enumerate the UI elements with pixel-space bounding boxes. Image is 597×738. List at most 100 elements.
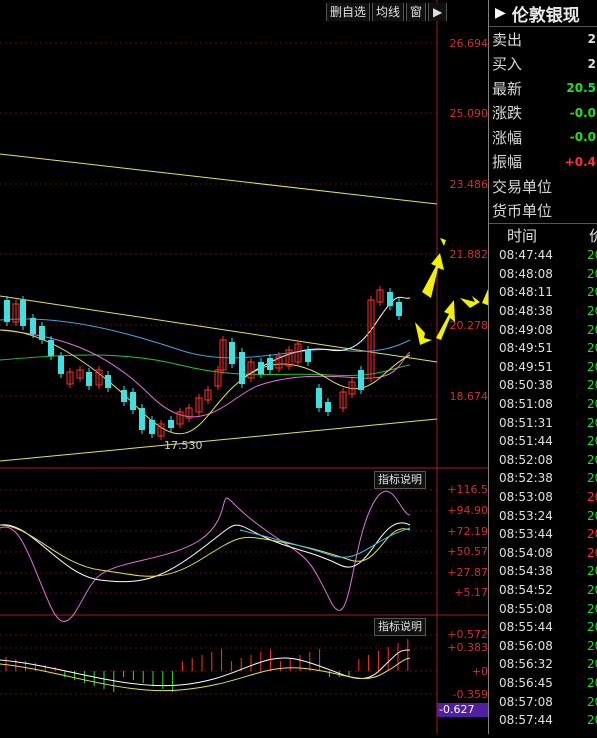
tick-row[interactable]: 08:54:38 20 [489, 562, 597, 581]
candle-body [48, 340, 54, 356]
tick-list-header: 时间 价 [489, 223, 597, 246]
candle-body [121, 390, 127, 402]
tick-row[interactable]: 08:49:51 20 [489, 358, 597, 377]
tick-price: 20 [587, 359, 597, 374]
price-axis: 26.694 25.090 23.486 21.882 20.278 18.67… [440, 0, 489, 468]
quote-value: 2 [587, 56, 596, 71]
tick-row[interactable]: 08:53:44 20 [489, 525, 597, 544]
candle-body [229, 342, 235, 364]
macd-label: +0.383 [447, 641, 488, 654]
tick-row[interactable]: 08:57:08 20 [489, 692, 597, 711]
quote-row: 振幅 +0.4 [489, 150, 597, 175]
tick-row[interactable]: 08:49:08 20 [489, 320, 597, 339]
tick-time: 08:48:38 [499, 304, 553, 319]
quote-value: -0.0 [569, 130, 596, 145]
forecast-arrow [415, 322, 432, 345]
tick-row[interactable]: 08:50:38 20 [489, 376, 597, 395]
tick-time: 08:57:44 [499, 713, 553, 728]
tick-price: 20 [587, 657, 597, 672]
tick-price: 20 [587, 713, 597, 728]
kdj-label: +5.17 [454, 586, 488, 599]
tick-row[interactable]: 08:49:51 20 [489, 339, 597, 358]
macd-label: -0.359 [452, 688, 488, 701]
tick-time: 08:49:51 [499, 359, 553, 374]
quote-value: 20.5 [566, 81, 596, 96]
candle-body [387, 292, 393, 306]
candle-body [39, 326, 45, 340]
quote-row: 最新 20.5 [489, 76, 597, 101]
kdj-label: +94.90 [447, 504, 488, 517]
macd-label: +0.572 [447, 628, 488, 641]
tick-row[interactable]: 08:51:44 20 [489, 432, 597, 451]
kdj-indicator-help-button[interactable]: 指标说明 [374, 471, 426, 489]
tick-row[interactable]: 08:54:52 20 [489, 581, 597, 600]
tick-row[interactable]: 08:48:08 20 [489, 265, 597, 284]
price-label: 21.882 [449, 248, 489, 261]
instrument-title: 伦敦银现 [511, 5, 580, 26]
tick-time: 08:53:24 [499, 508, 553, 523]
tick-row[interactable]: 08:53:08 20 [489, 488, 597, 507]
tick-time: 08:53:44 [499, 527, 553, 542]
tick-row[interactable]: 08:48:11 20 [489, 283, 597, 302]
tick-time: 08:48:08 [499, 266, 553, 281]
quote-fields: 卖出 2 买入 2 最新 20.5 涨跌 -0.0 涨幅 -0.0 振幅 +0.4 交易单位 货币单位 [489, 27, 597, 223]
tick-price: 20 [587, 285, 597, 300]
tick-time: 08:49:08 [499, 322, 553, 337]
tick-row[interactable]: 08:56:45 20 [489, 674, 597, 693]
macd-indicator-help-button[interactable]: 指标说明 [374, 618, 426, 636]
tick-row[interactable]: 08:57:44 20 [489, 711, 597, 730]
tick-time: 08:50:38 [499, 378, 553, 393]
price-label: 23.486 [449, 178, 489, 191]
quote-title-bar: ▶ 伦敦银现 [489, 0, 597, 27]
ma-line-button[interactable]: 均线 [372, 3, 405, 21]
tick-price: 20 [587, 564, 597, 579]
candle-body [139, 408, 145, 430]
play-icon[interactable]: ▶ [489, 5, 512, 21]
quote-value: +0.4 [564, 154, 596, 169]
tick-row[interactable]: 08:55:08 20 [489, 599, 597, 618]
kdj-d-line [0, 524, 411, 577]
tick-time: 08:48:11 [499, 285, 553, 300]
candle-body [4, 300, 10, 322]
tick-row[interactable]: 08:55:44 20 [489, 618, 597, 637]
tick-time: 08:51:31 [499, 415, 553, 430]
quote-label: 涨幅 [492, 128, 523, 147]
price-label: 26.694 [449, 37, 489, 50]
candle-body [305, 350, 311, 362]
tick-row[interactable]: 08:56:08 20 [489, 636, 597, 655]
tick-list[interactable]: 08:47:44 20 08:48:08 20 08:48:11 20 08:48:38 20… [489, 246, 597, 729]
tick-row[interactable]: 08:53:24 20 [489, 506, 597, 525]
tick-row[interactable]: 08:54:08 20 [489, 544, 597, 563]
tick-price: 20 [587, 378, 597, 393]
window-button[interactable]: 窗 [406, 3, 427, 21]
tick-price: 20 [587, 694, 597, 709]
tick-price: 20 [587, 248, 597, 263]
candle-body [316, 388, 322, 408]
tick-row[interactable]: 08:56:32 20 [489, 655, 597, 674]
tick-row[interactable]: 08:47:44 20 [489, 246, 597, 265]
chart-area[interactable]: 删自选 均线 窗 ▶ 26.694 25.090 23.486 21.882 2… [0, 0, 513, 734]
tick-price-header: 价 [589, 226, 597, 245]
tick-row[interactable]: 08:51:08 20 [489, 395, 597, 414]
delete-watchlist-button[interactable]: 删自选 [326, 3, 371, 21]
tick-time: 08:52:38 [499, 471, 553, 486]
candle-body [149, 420, 155, 434]
tick-price: 20 [587, 527, 597, 542]
tick-row[interactable]: 08:52:38 20 [489, 469, 597, 488]
quote-row: 买入 2 [489, 52, 597, 77]
tick-time: 08:55:44 [499, 620, 553, 635]
tick-row[interactable]: 08:48:38 20 [489, 302, 597, 321]
kdj-label: +50.57 [447, 545, 488, 558]
quote-panel: ▶ 伦敦银现 卖出 2 买入 2 最新 20.5 涨跌 -0.0 涨幅 -0.0 振幅 +0.4 交易单… [488, 0, 597, 734]
tick-row[interactable]: 08:51:31 20 [489, 413, 597, 432]
quote-label: 货币单位 [492, 202, 553, 221]
tick-price: 20 [587, 341, 597, 356]
tick-row[interactable]: 08:52:08 20 [489, 451, 597, 470]
kdj-axis: +116.5 +94.90 +72.19 +50.57 +27.87 +5.17 [440, 468, 488, 615]
trend-line [0, 153, 438, 205]
candle-body [30, 318, 36, 334]
tick-time: 08:49:51 [499, 341, 553, 356]
trend-line [0, 418, 438, 462]
tick-time: 08:51:44 [499, 434, 553, 449]
tick-time: 08:54:52 [499, 582, 553, 597]
